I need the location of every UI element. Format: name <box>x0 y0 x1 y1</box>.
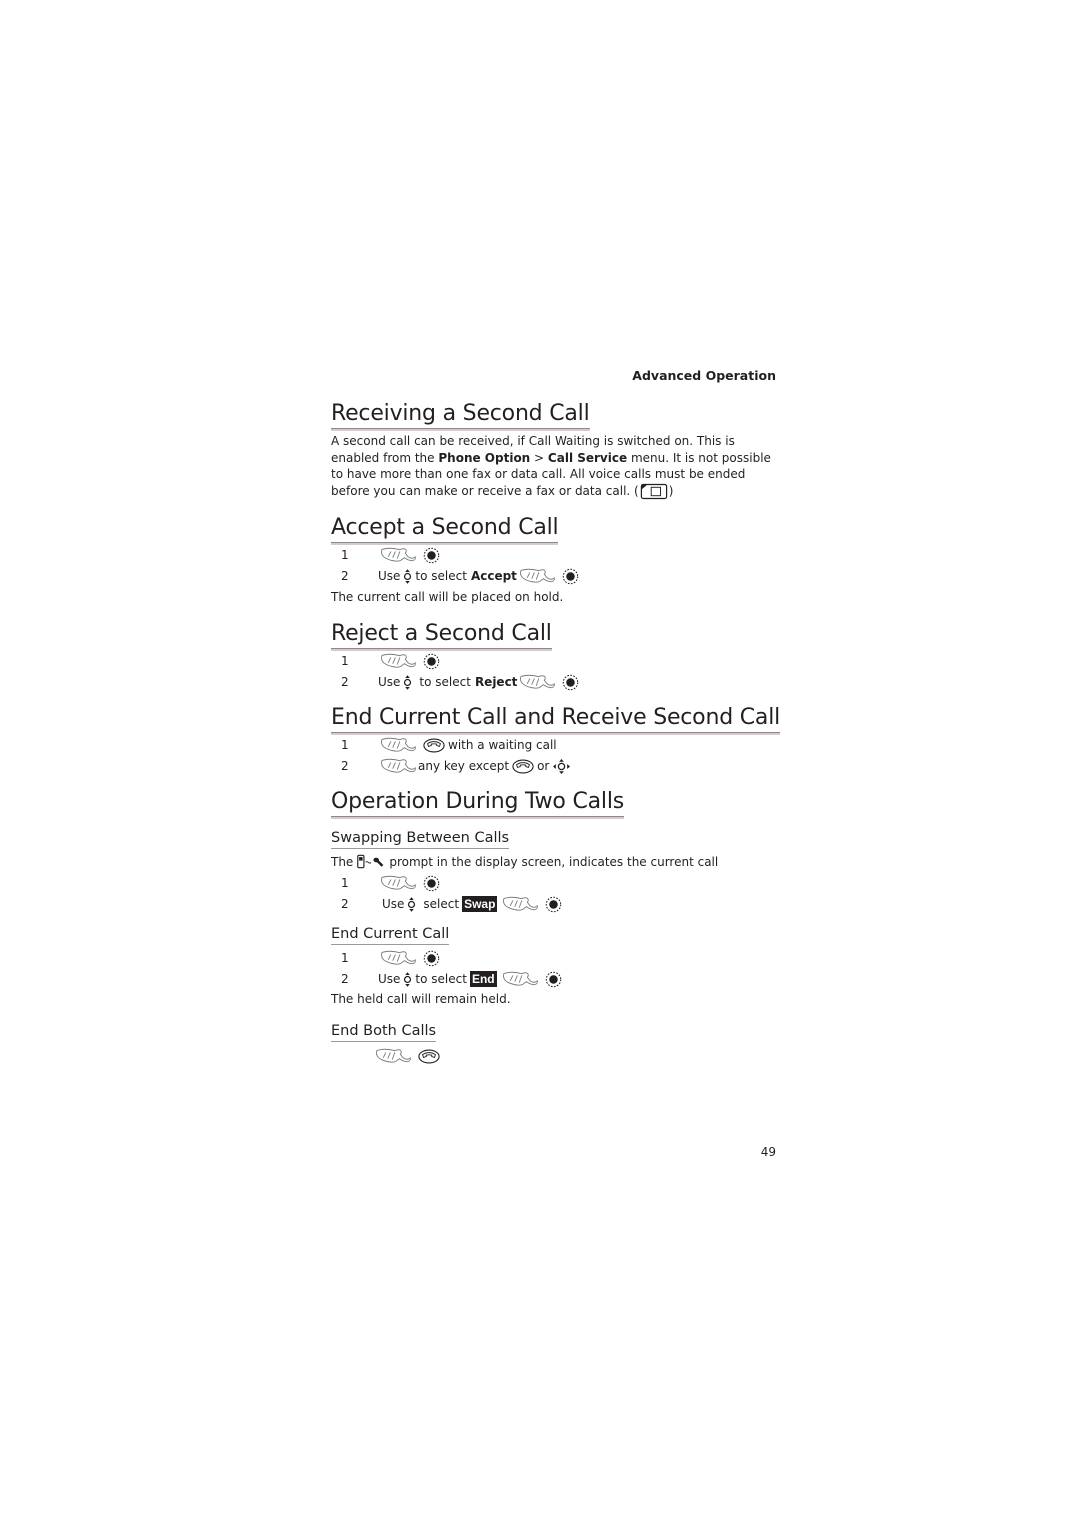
step-text: Use <box>382 897 405 911</box>
intro-text: The <box>331 854 354 869</box>
step-text: to select <box>415 569 467 583</box>
step-text: with a waiting call <box>448 738 557 752</box>
step-number: 1 <box>341 738 349 752</box>
navigation-key-icon <box>403 568 412 585</box>
navigation-key-icon <box>407 896 416 913</box>
subsection-title-swapping: Swapping Between Calls <box>331 829 510 849</box>
receiving-paragraph: A second call can be received, if Call W… <box>331 433 776 500</box>
step-text: Use <box>378 675 401 689</box>
swapping-step-1: 1 <box>331 874 443 892</box>
ok-key-icon <box>545 971 562 988</box>
menu-call-service: Call Service <box>547 450 628 465</box>
end-both-step <box>373 1047 443 1065</box>
hand-press-icon <box>381 652 417 670</box>
step-text: select <box>423 897 460 911</box>
section-title-accept: Accept a Second Call <box>331 515 559 543</box>
navigation-key-icon <box>403 674 412 691</box>
section-title-receiving: Receiving a Second Call <box>331 401 590 429</box>
ok-key-icon <box>423 547 440 564</box>
swapping-intro: The prompt in the display screen, indica… <box>331 853 718 870</box>
page-number: 49 <box>760 1145 776 1159</box>
receiving-text-3: ) <box>668 483 674 498</box>
step-number: 1 <box>341 548 349 562</box>
section-title-reject: Reject a Second Call <box>331 621 552 649</box>
step-number: 2 <box>341 569 349 583</box>
menu-phone-option: Phone Option <box>438 450 531 465</box>
accept-step-2: 2 Use to select Accept <box>331 567 582 585</box>
hand-press-icon <box>381 874 417 892</box>
option-reject: Reject <box>474 675 518 689</box>
end-call-key-icon <box>512 759 534 774</box>
step-number: 1 <box>341 951 349 965</box>
hand-press-icon <box>381 546 417 564</box>
subsection-title-end-both: End Both Calls <box>331 1022 437 1042</box>
end-current-step-2: 2 Use to select End <box>331 970 565 988</box>
accept-note: The current call will be placed on hold. <box>331 590 564 604</box>
end-receive-step-2: 2 any key except or <box>331 757 574 775</box>
intro-text: prompt in the display screen, indicates … <box>389 854 719 869</box>
ok-key-icon <box>562 568 579 585</box>
hand-press-icon <box>381 757 417 775</box>
step-number: 2 <box>341 759 349 773</box>
section-title-two-calls: Operation During Two Calls <box>331 789 624 817</box>
four-way-navigation-icon <box>552 758 571 775</box>
accept-step-1: 1 <box>331 546 443 564</box>
option-accept: Accept <box>470 569 517 583</box>
step-number: 1 <box>341 654 349 668</box>
call-swap-prompt-icon <box>356 853 386 870</box>
step-text: to select <box>419 675 471 689</box>
hand-press-icon <box>520 673 556 691</box>
ok-key-icon <box>423 875 440 892</box>
ok-key-icon <box>423 653 440 670</box>
section-title-end-receive: End Current Call and Receive Second Call <box>331 705 780 733</box>
step-number: 1 <box>341 876 349 890</box>
hand-press-icon <box>376 1047 412 1065</box>
step-text: or <box>537 759 550 773</box>
hand-press-icon <box>503 895 539 913</box>
navigation-key-icon <box>403 971 412 988</box>
step-number: 2 <box>341 897 349 911</box>
hand-press-icon <box>381 736 417 754</box>
end-current-step-1: 1 <box>331 949 443 967</box>
step-text: to select <box>415 972 467 986</box>
end-current-note: The held call will remain held. <box>331 992 511 1006</box>
hand-press-icon <box>381 949 417 967</box>
step-number: 2 <box>341 675 349 689</box>
subsection-title-end-current: End Current Call <box>331 925 450 945</box>
step-text: Use <box>378 972 401 986</box>
step-number: 2 <box>341 972 349 986</box>
ok-key-icon <box>562 674 579 691</box>
hand-press-icon <box>503 970 539 988</box>
option-swap-highlighted: Swap <box>462 896 498 912</box>
end-call-key-icon <box>418 1049 440 1064</box>
ok-key-icon <box>545 896 562 913</box>
step-text: Use <box>378 569 401 583</box>
running-header: Advanced Operation <box>632 368 776 383</box>
ok-key-icon <box>423 950 440 967</box>
option-end-highlighted: End <box>469 971 497 987</box>
reject-step-1: 1 <box>331 652 443 670</box>
end-receive-step-1: 1 with a waiting call <box>331 736 557 754</box>
reject-step-2: 2 Use to select Reject <box>331 673 582 691</box>
swapping-step-2: 2 Use select Swap <box>331 895 565 913</box>
step-text: any key except <box>418 759 510 773</box>
menu-separator: > <box>530 450 548 465</box>
sim-card-icon <box>640 483 668 500</box>
hand-press-icon <box>520 567 556 585</box>
end-call-key-icon <box>423 738 445 753</box>
